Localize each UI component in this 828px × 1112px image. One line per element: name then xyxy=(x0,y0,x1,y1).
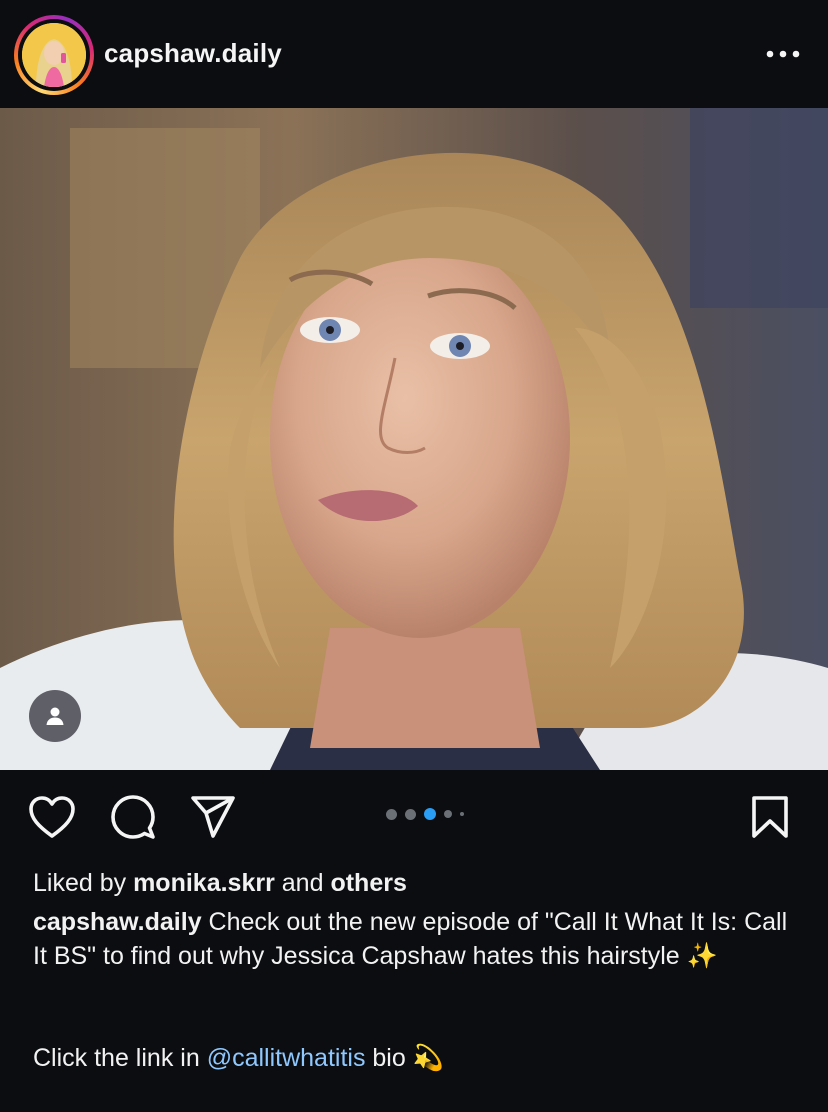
instagram-post: capshaw.daily Liked by monika.skrr and o… xyxy=(0,0,828,1112)
caption-username[interactable]: capshaw.daily xyxy=(33,908,202,936)
avatar-illustration xyxy=(22,23,86,87)
comment-icon xyxy=(111,795,155,839)
avatar[interactable] xyxy=(22,23,86,87)
send-icon xyxy=(191,796,235,838)
bookmark-icon xyxy=(752,796,788,838)
post-header: capshaw.daily xyxy=(0,0,828,108)
comment-button[interactable] xyxy=(106,790,160,844)
caption-cta: Click the link in @callitwhatitis bio 💫 xyxy=(33,1041,444,1075)
carousel-dot xyxy=(424,808,436,820)
sparkles-emoji: ✨ xyxy=(686,941,718,970)
more-options-button[interactable] xyxy=(760,38,806,70)
liker-username[interactable]: monika.skrr xyxy=(133,869,275,897)
carousel-dot xyxy=(460,812,464,816)
cta-suffix: bio xyxy=(372,1044,406,1072)
likes-middle: and xyxy=(281,869,324,897)
share-button[interactable] xyxy=(186,790,240,844)
likes-others-link[interactable]: others xyxy=(330,869,406,897)
cta-prefix: Click the link in xyxy=(33,1044,200,1072)
carousel-dot xyxy=(405,808,416,820)
carousel-dot xyxy=(386,808,397,820)
likes-prefix: Liked by xyxy=(33,869,127,897)
user-tag-icon xyxy=(46,707,64,725)
save-button[interactable] xyxy=(743,790,797,844)
post-username[interactable]: capshaw.daily xyxy=(104,38,282,69)
like-button[interactable] xyxy=(25,790,79,844)
dizzy-emoji: 💫 xyxy=(412,1043,444,1072)
more-horizontal-icon xyxy=(766,50,800,58)
post-caption: capshaw.daily Check out the new episode … xyxy=(33,906,803,973)
heart-icon xyxy=(29,796,75,838)
mention-link[interactable]: @callitwhatitis xyxy=(207,1044,366,1072)
story-ring[interactable] xyxy=(14,15,94,95)
post-photo[interactable] xyxy=(0,108,828,770)
likes-summary: Liked by monika.skrr and others xyxy=(33,867,407,899)
post-image xyxy=(0,108,828,770)
post-actions xyxy=(0,770,828,866)
tagged-users-button[interactable] xyxy=(29,690,81,742)
carousel-dot xyxy=(444,810,452,818)
carousel-indicator xyxy=(386,807,464,821)
avatar-frame xyxy=(18,19,90,91)
